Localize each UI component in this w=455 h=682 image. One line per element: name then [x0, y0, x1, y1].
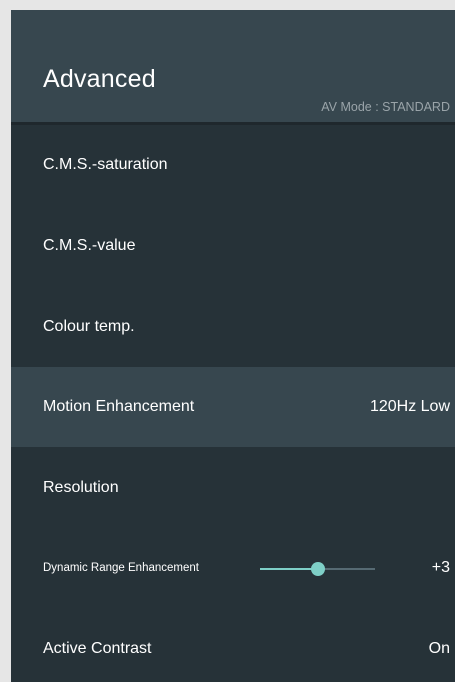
panel-header: Advanced AV Mode : STANDARD: [11, 10, 455, 124]
menu-item-label: Dynamic Range Enhancement: [43, 562, 199, 574]
menu-item-cms-value[interactable]: C.M.S.-value: [11, 206, 455, 286]
page-title: Advanced: [43, 65, 156, 93]
advanced-settings-panel: Advanced AV Mode : STANDARD C.M.S.-satur…: [11, 10, 455, 682]
menu-item-active-contrast[interactable]: Active Contrast On: [11, 609, 455, 682]
menu-item-cms-saturation[interactable]: C.M.S.-saturation: [11, 125, 455, 205]
menu-item-value: 120Hz Low: [369, 398, 450, 415]
menu-item-value: +3: [431, 559, 450, 576]
menu-item-label: Resolution: [43, 479, 119, 496]
menu-item-value: On: [428, 640, 450, 657]
menu-item-label: C.M.S.-saturation: [43, 156, 168, 173]
menu-item-label: Colour temp.: [43, 318, 135, 335]
menu-item-colour-temp[interactable]: Colour temp.: [11, 287, 455, 367]
slider-thumb[interactable]: [311, 562, 325, 576]
menu-item-label: Motion Enhancement: [43, 398, 195, 415]
menu-item-label: C.M.S.-value: [43, 237, 136, 254]
av-mode-indicator: AV Mode : STANDARD: [321, 100, 450, 114]
menu-item-dynamic-range-enhancement[interactable]: Dynamic Range Enhancement +3: [11, 528, 455, 608]
slider-fill: [260, 568, 318, 570]
menu-item-label: Active Contrast: [43, 640, 152, 657]
menu-item-resolution[interactable]: Resolution: [11, 448, 455, 528]
menu-item-motion-enhancement[interactable]: Motion Enhancement 120Hz Low: [11, 367, 455, 447]
dynamic-range-slider[interactable]: [260, 562, 375, 576]
